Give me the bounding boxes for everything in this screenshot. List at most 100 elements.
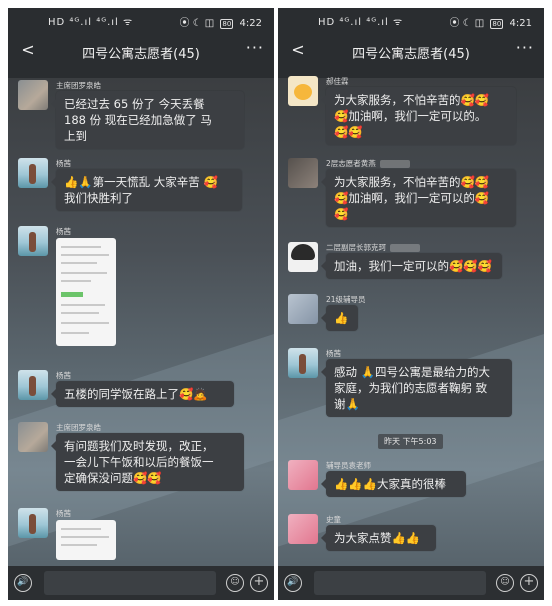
message-bubble[interactable]: 已经过去 65 份了 今天丢餐 188 份 现在已经加急做了 马 上到 [51, 91, 244, 149]
chat-header: < 四号公寓志愿者(45) ··· [278, 32, 544, 72]
sender-name: 二层副层长郭克珂 [326, 242, 420, 253]
message-line: 已经过去 65 份了 今天丢餐 [64, 97, 205, 111]
sender-name: 杨茜 [56, 371, 71, 380]
sender-name: 主席团罗泉皓 [56, 423, 101, 432]
message-bubble[interactable]: 为大家点赞👍👍 [321, 525, 436, 551]
message-input[interactable] [314, 571, 486, 595]
message-bubble[interactable]: 五楼的同学饭在路上了🥰🙇 [51, 381, 234, 407]
message-line: 188 份 现在已经加急做了 马 [64, 113, 212, 127]
signal-indicators: HD ⁴ᴳ.ıl ⁴ᴳ.ıl ᯤ [318, 17, 404, 28]
status-time: 4:21 [509, 18, 532, 29]
chat-title: 四号公寓志愿者(45) [82, 47, 200, 62]
sender-name: 史童 [326, 515, 341, 524]
avatar[interactable] [288, 242, 318, 272]
message-bubble[interactable]: 👍 [321, 305, 358, 331]
message-item: 主席团罗泉皓 有问题我们及时发现，改正， 一会儿下午饭和以后的餐饭一 定确保没问… [18, 422, 268, 502]
message-line: 加油，我们一定可以的🥰🥰🥰 [334, 259, 492, 273]
message-item: 杨茜 [18, 226, 268, 348]
sender-name-text: 2层志愿者黄燕 [326, 159, 376, 168]
message-item: 杨茜 [18, 508, 268, 568]
message-item: 21级辅导员 👍 [288, 294, 538, 334]
battery-icon: 80 [490, 19, 504, 29]
message-item: 杨茜 👍🙏第一天慌乱 大家辛苦 🥰 我们快胜利了 [18, 158, 268, 211]
message-line: 🥰🥰 [334, 125, 363, 139]
message-line: 🥰加油啊，我们一定可以的。 [334, 109, 487, 123]
message-line: 感动 🙏四号公寓是最给力的大 [334, 365, 490, 379]
message-line: 为大家点赞👍👍 [334, 531, 421, 545]
message-line: 👍🙏第一天慌乱 大家辛苦 🥰 [64, 175, 218, 189]
input-bar: 🔊 ☺ + [8, 566, 274, 600]
sender-name: 21级辅导员 [326, 295, 366, 304]
message-item: 二层副层长郭克珂 加油，我们一定可以的🥰🥰🥰 [288, 242, 538, 282]
message-line: 👍 [334, 311, 349, 325]
message-bubble[interactable]: 加油，我们一定可以的🥰🥰🥰 [321, 253, 502, 279]
status-icons: ⦿ ☾ ◫ [449, 18, 485, 29]
avatar[interactable] [18, 422, 48, 452]
message-input[interactable] [44, 571, 216, 595]
plus-icon[interactable]: + [250, 574, 268, 592]
message-line: 谢🙏 [334, 397, 360, 411]
message-bubble[interactable]: 👍👍👍大家真的很棒 [321, 471, 466, 497]
message-bubble[interactable]: 为大家服务，不怕辛苦的🥰🥰 🥰加油啊，我们一定可以的。 🥰🥰 [321, 87, 516, 145]
chat-screen-right: HD ⁴ᴳ.ıl ⁴ᴳ.ıl ᯤ ⦿ ☾ ◫ 80 4:21 < 四号公寓志愿者… [278, 8, 544, 600]
image-message[interactable] [56, 238, 116, 346]
avatar[interactable] [18, 80, 48, 110]
chat-title: 四号公寓志愿者(45) [352, 47, 470, 62]
message-bubble[interactable]: 有问题我们及时发现，改正， 一会儿下午饭和以后的餐饭一 定确保没问题🥰🥰 [51, 433, 244, 491]
avatar[interactable] [18, 370, 48, 400]
message-item: 主席团罗泉皓 已经过去 65 份了 今天丢餐 188 份 现在已经加急做了 马 … [18, 80, 268, 149]
plus-icon[interactable]: + [520, 574, 538, 592]
sender-name: 杨茜 [326, 349, 341, 358]
avatar[interactable] [288, 294, 318, 324]
message-line: 上到 [64, 129, 87, 143]
image-message[interactable] [56, 520, 116, 560]
avatar[interactable] [288, 158, 318, 188]
message-item: 2层志愿者黄燕 为大家服务，不怕辛苦的🥰🥰 🥰加油啊，我们一定可以的🥰 🥰 [288, 158, 538, 232]
chat-screen-left: HD ⁴ᴳ.ıl ⁴ᴳ.ıl ᯤ ⦿ ☾ ◫ 80 4:22 < 四号公寓志愿者… [8, 8, 274, 600]
sender-name: 杨茜 [56, 159, 71, 168]
sender-name: 辅导员袁老师 [326, 461, 371, 470]
sender-name: 主席团罗泉皓 [56, 81, 101, 90]
timestamp: 昨天 下午5:03 [378, 434, 443, 449]
message-line: 为大家服务，不怕辛苦的🥰🥰 [334, 93, 490, 107]
message-line: 五楼的同学饭在路上了🥰🙇 [64, 387, 208, 401]
sender-name-text: 二层副层长郭克珂 [326, 243, 386, 252]
message-line: 家庭，为我们的志愿者鞠躬 致 [334, 381, 488, 395]
more-options-button[interactable]: ··· [516, 38, 534, 57]
avatar[interactable] [18, 226, 48, 256]
message-item: 杨茜 感动 🙏四号公寓是最给力的大 家庭，为我们的志愿者鞠躬 致 谢🙏 [288, 348, 538, 424]
message-bubble[interactable]: 为大家服务，不怕辛苦的🥰🥰 🥰加油啊，我们一定可以的🥰 🥰 [321, 169, 516, 227]
avatar[interactable] [288, 76, 318, 106]
message-bubble[interactable]: 👍🙏第一天慌乱 大家辛苦 🥰 我们快胜利了 [51, 169, 242, 211]
message-item: 史童 为大家点赞👍👍 [288, 514, 538, 554]
message-line: 定确保没问题🥰🥰 [64, 471, 162, 485]
voice-input-icon[interactable]: 🔊 [14, 574, 32, 592]
status-right: ⦿ ☾ ◫ 80 4:22 [179, 14, 262, 29]
status-bar: HD ⁴ᴳ.ıl ⁴ᴳ.ıl ᯤ ⦿ ☾ ◫ 80 4:21 [278, 8, 544, 32]
status-right: ⦿ ☾ ◫ 80 4:21 [449, 14, 532, 29]
avatar[interactable] [18, 508, 48, 538]
signal-indicators: HD ⁴ᴳ.ıl ⁴ᴳ.ıl ᯤ [48, 17, 134, 28]
sender-name: 杨茜 [56, 509, 71, 518]
redaction-blur [379, 160, 410, 168]
avatar[interactable] [288, 460, 318, 490]
message-line: 我们快胜利了 [64, 191, 133, 205]
avatar[interactable] [288, 514, 318, 544]
more-options-button[interactable]: ··· [246, 38, 264, 57]
sender-name: 2层志愿者黄燕 [326, 158, 410, 169]
message-line: 🥰 [334, 207, 349, 221]
avatar[interactable] [288, 348, 318, 378]
status-icons: ⦿ ☾ ◫ [179, 18, 215, 29]
avatar[interactable] [18, 158, 48, 188]
message-bubble[interactable]: 感动 🙏四号公寓是最给力的大 家庭，为我们的志愿者鞠躬 致 谢🙏 [321, 359, 512, 417]
message-line: 🥰加油啊，我们一定可以的🥰 [334, 191, 490, 205]
input-bar: 🔊 ☺ + [278, 566, 544, 600]
voice-input-icon[interactable]: 🔊 [284, 574, 302, 592]
sender-name: 郝佳霖 [326, 77, 349, 86]
status-bar: HD ⁴ᴳ.ıl ⁴ᴳ.ıl ᯤ ⦿ ☾ ◫ 80 4:22 [8, 8, 274, 32]
emoji-icon[interactable]: ☺ [226, 574, 244, 592]
message-item: 郝佳霖 为大家服务，不怕辛苦的🥰🥰 🥰加油啊，我们一定可以的。 🥰🥰 [288, 76, 538, 146]
chat-header: < 四号公寓志愿者(45) ··· [8, 32, 274, 72]
emoji-icon[interactable]: ☺ [496, 574, 514, 592]
redaction-blur [390, 244, 420, 252]
